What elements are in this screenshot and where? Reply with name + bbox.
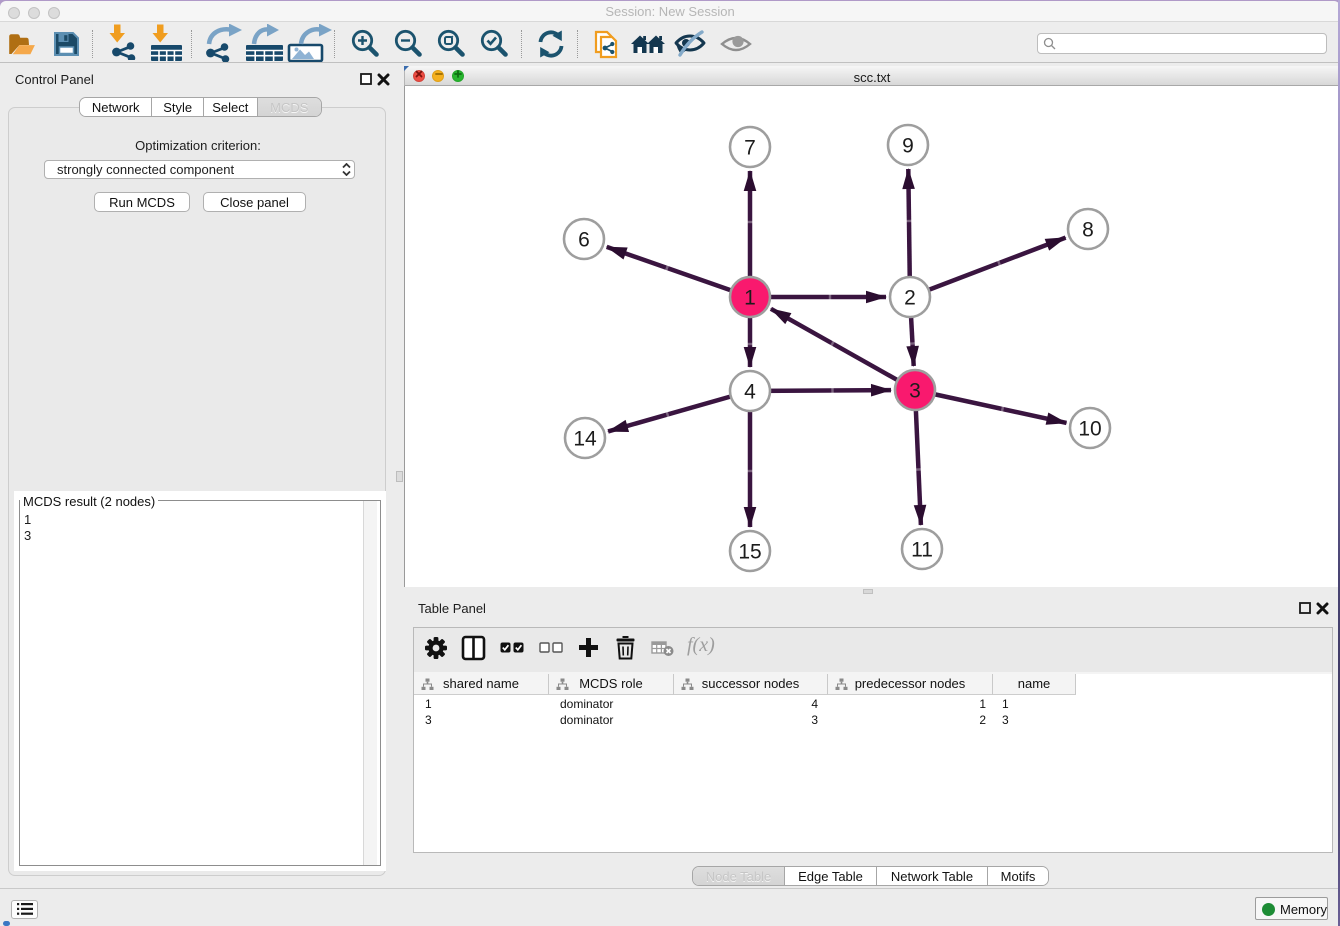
svg-text:10: 10	[1078, 418, 1101, 441]
svg-text:7: 7	[744, 137, 756, 160]
svg-text:9: 9	[902, 135, 914, 158]
svg-text:3: 3	[909, 380, 921, 403]
svg-text:11: 11	[911, 539, 933, 562]
svg-text:15: 15	[738, 541, 761, 564]
svg-text:6: 6	[578, 229, 590, 252]
svg-text:2: 2	[904, 287, 916, 310]
svg-text:1: 1	[744, 287, 756, 310]
svg-text:14: 14	[573, 428, 597, 451]
svg-text:4: 4	[744, 381, 756, 404]
svg-text:8: 8	[1082, 219, 1094, 242]
